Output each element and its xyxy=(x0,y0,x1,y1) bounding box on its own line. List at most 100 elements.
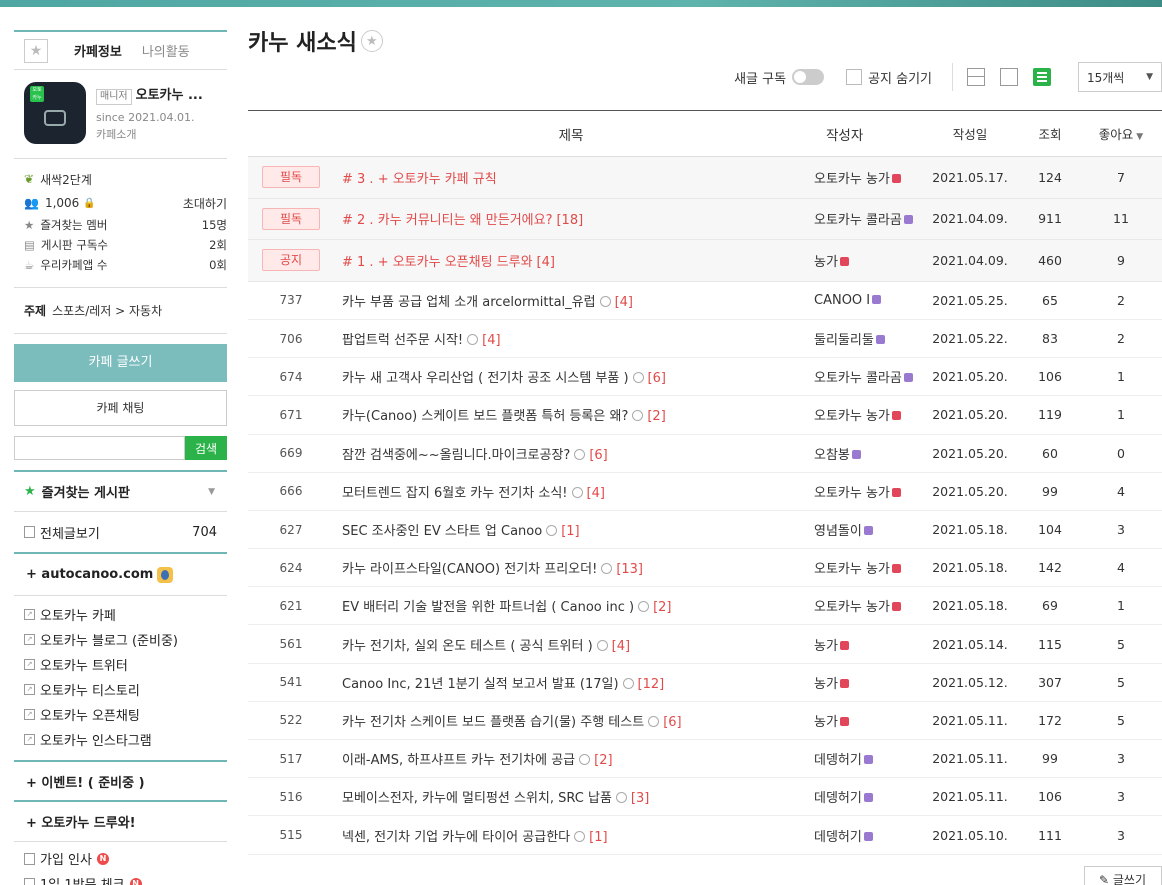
post-title-link[interactable]: 카누 새 고객사 우리산업 ( 전기차 공조 시스템 부품 ) xyxy=(342,371,629,386)
comment-count[interactable]: [6] xyxy=(589,448,607,463)
hide-notice-checkbox[interactable] xyxy=(846,69,863,85)
favorite-star-icon[interactable]: ★ xyxy=(360,30,383,52)
all-posts-link[interactable]: 전체글보기 704 xyxy=(14,512,227,554)
post-title-link[interactable]: SEC 조사중인 EV 스타트 업 Canoo xyxy=(342,524,542,539)
author-name[interactable]: 농가 xyxy=(814,255,838,270)
table-row[interactable]: 561 카누 전기차, 실외 온도 테스트 ( 공식 트위터 ) [4] 농가 2021… xyxy=(248,624,1162,664)
table-row[interactable]: 671 카누(Canoo) 스케이트 보드 플랫폼 특허 등록은 왜? [2] 오토카… xyxy=(248,395,1162,435)
post-title-link[interactable]: 카누 전기차, 실외 온도 테스트 ( 공식 트위터 ) xyxy=(342,639,593,654)
notice-title-link[interactable]: # 3 . + 오토카누 카페 규칙 xyxy=(342,172,497,187)
comment-count[interactable]: [6] xyxy=(663,715,681,730)
search-button[interactable]: 검색 xyxy=(185,436,227,460)
post-title-link[interactable]: 카누 부품 공급 업체 소개 arcelormittal_유럽 xyxy=(342,295,596,310)
post-title-link[interactable]: 잠깐 검색중에~~올림니다.마이크로공장? xyxy=(342,448,570,463)
table-row[interactable]: 515 넥센, 전기차 기업 카누에 타이어 공급한다 [1] 데뎅허기 2021.05… xyxy=(248,815,1162,855)
comment-count[interactable]: [4] xyxy=(482,333,500,348)
table-row[interactable]: 706 팝업트럭 선주문 시작! [4] 둘리둘리둘 2021.05.22. 83 2 xyxy=(248,319,1162,359)
author-name[interactable]: 데뎅허기 xyxy=(814,791,862,806)
board-daily-check[interactable]: 1일 1방문 체크N xyxy=(24,871,227,885)
tab-my-activity[interactable]: 나의활동 xyxy=(142,41,190,60)
cafe-chat-button[interactable]: 카페 채팅 xyxy=(14,390,227,426)
post-title-link[interactable]: 카누(Canoo) 스케이트 보드 플랫폼 특허 등록은 왜? xyxy=(342,409,628,424)
comment-count[interactable]: [18] xyxy=(556,213,583,228)
notice-title-link[interactable]: # 2 . 카누 커뮤니티는 왜 만든거에요? xyxy=(342,213,552,228)
author-name[interactable]: 오토카누 농가 xyxy=(814,562,890,577)
comment-count[interactable]: [4] xyxy=(587,486,605,501)
link-openchat[interactable]: ↗ 오토카누 오픈채팅 xyxy=(24,702,227,727)
author-name[interactable]: 데뎅허기 xyxy=(814,753,862,768)
comment-count[interactable]: [4] xyxy=(615,295,633,310)
comment-count[interactable]: [1] xyxy=(561,524,579,539)
author-name[interactable]: 오토카누 농가 xyxy=(814,409,890,424)
comment-count[interactable]: [13] xyxy=(616,562,643,577)
comment-count[interactable]: [3] xyxy=(631,791,649,806)
author-name[interactable]: 농가 xyxy=(814,677,838,692)
author-name[interactable]: 오토카누 콜라곰 xyxy=(814,371,902,386)
author-name[interactable]: 오토카누 농가 xyxy=(814,172,890,187)
post-title-link[interactable]: 카누 라이프스타일(CANOO) 전기차 프리오더! xyxy=(342,562,597,577)
link-blog[interactable]: ↗ 오토카누 블로그 (준비중) xyxy=(24,627,227,652)
tab-cafe-info[interactable]: 카페정보 xyxy=(74,41,122,60)
author-name[interactable]: 오참봉 xyxy=(814,448,850,463)
author-name[interactable]: 오토카누 콜라곰 xyxy=(814,213,902,228)
notice-row[interactable]: 공지 # 1 . + 오토카누 오픈채팅 드루와 [4] 농가 2021.04.09. 4… xyxy=(248,239,1162,282)
link-instagram[interactable]: ↗ 오토카누 인스타그램 xyxy=(24,727,227,752)
table-row[interactable]: 541 Canoo Inc, 21년 1분기 실적 보고서 발표 (17일) [12… xyxy=(248,663,1162,702)
post-title-link[interactable]: 카누 전기차 스케이트 보드 플랫폼 습기(물) 주행 테스트 xyxy=(342,715,644,730)
table-row[interactable]: 621 EV 배터리 기술 발전을 위한 파트너쉽 ( Canoo inc ) [2… xyxy=(248,586,1162,626)
cafe-intro-link[interactable]: 카페소개 xyxy=(96,126,203,142)
cafe-search-input[interactable] xyxy=(14,436,185,460)
col-likes-sort[interactable]: 좋아요 ▼ xyxy=(1080,110,1162,157)
comment-count[interactable]: [6] xyxy=(648,371,666,386)
per-page-select[interactable]: 15개씩 ▼ xyxy=(1078,62,1162,92)
author-name[interactable]: 농가 xyxy=(814,715,838,730)
comment-count[interactable]: [2] xyxy=(594,753,612,768)
cafe-name[interactable]: 오토카누 ... xyxy=(136,88,203,103)
list-view-icon[interactable] xyxy=(967,68,985,86)
table-row[interactable]: 674 카누 새 고객사 우리산업 ( 전기차 공조 시스템 부품 ) [6] 오토카… xyxy=(248,357,1162,397)
author-name[interactable]: CANOO I xyxy=(814,293,870,308)
card-view-icon[interactable] xyxy=(1033,68,1051,86)
post-title-link[interactable]: 모터트렌드 잡지 6월호 카누 전기차 소식! xyxy=(342,486,568,501)
notice-row[interactable]: 필독 # 2 . 카누 커뮤니티는 왜 만든거에요? [18] 오토카누 콜라곰 202… xyxy=(248,198,1162,241)
chevron-down-icon[interactable]: ▼ xyxy=(208,487,215,497)
author-name[interactable]: 데뎅허기 xyxy=(814,830,862,845)
comment-count[interactable]: [2] xyxy=(653,600,671,615)
cafe-level[interactable]: ❦ 새싹2단계 xyxy=(24,167,227,191)
post-title-link[interactable]: EV 배터리 기술 발전을 위한 파트너쉽 ( Canoo inc ) xyxy=(342,600,634,615)
subscribe-toggle[interactable] xyxy=(792,69,825,85)
table-row[interactable]: 517 이래-AMS, 하프샤프트 카누 전기차에 공급 [2] 데뎅허기 2021.0… xyxy=(248,739,1162,779)
invite-link[interactable]: 초대하기 xyxy=(183,195,227,212)
table-row[interactable]: 666 모터트렌드 잡지 6월호 카누 전기차 소식! [4] 오토카누 농가 2021… xyxy=(248,472,1162,511)
post-title-link[interactable]: 팝업트럭 선주문 시작! xyxy=(342,333,463,348)
post-title-link[interactable]: 이래-AMS, 하프샤프트 카누 전기차에 공급 xyxy=(342,753,575,768)
link-cafe[interactable]: ↗ 오토카누 카페 xyxy=(24,602,227,627)
comment-count[interactable]: [4] xyxy=(537,255,555,270)
table-row[interactable]: 516 모베이스전자, 카누에 멀티펑션 스위치, SRC 납품 [3] 데뎅허기 20… xyxy=(248,777,1162,817)
author-name[interactable]: 둘리둘리둘 xyxy=(814,333,874,348)
table-row[interactable]: 522 카누 전기차 스케이트 보드 플랫폼 습기(물) 주행 테스트 [6] 농가 2… xyxy=(248,701,1162,741)
link-tistory[interactable]: ↗ 오토카누 티스토리 xyxy=(24,677,227,702)
notice-row[interactable]: 필독 # 3 . + 오토카누 카페 규칙 오토카누 농가 2021.05.17. 12… xyxy=(248,156,1162,199)
fav-boards-header[interactable]: ★ 즐겨찾는 게시판 ▼ xyxy=(14,470,227,512)
cafe-thumbnail[interactable]: 오토 카누 xyxy=(24,82,86,144)
table-row[interactable]: 627 SEC 조사중인 EV 스타트 업 Canoo [1] 영념돌이 2021.05… xyxy=(248,510,1162,550)
author-name[interactable]: 오토카누 농가 xyxy=(814,600,890,615)
cafe-write-button[interactable]: 카페 글쓰기 xyxy=(14,344,227,382)
author-name[interactable]: 농가 xyxy=(814,639,838,654)
grid-view-icon[interactable] xyxy=(1000,68,1018,86)
author-name[interactable]: 오토카누 농가 xyxy=(814,486,890,501)
author-name[interactable]: 영념돌이 xyxy=(814,524,862,539)
table-row[interactable]: 737 카누 부품 공급 업체 소개 arcelormittal_유럽 [4] CAN… xyxy=(248,281,1162,320)
comment-count[interactable]: [12] xyxy=(638,677,665,692)
comment-count[interactable]: [1] xyxy=(589,830,607,845)
write-button[interactable]: ✎ 글쓰기 xyxy=(1084,866,1162,885)
post-title-link[interactable]: 모베이스전자, 카누에 멀티펑션 스위치, SRC 납품 xyxy=(342,791,612,806)
post-title-link[interactable]: 넥센, 전기차 기업 카누에 타이어 공급한다 xyxy=(342,830,570,845)
table-row[interactable]: 624 카누 라이프스타일(CANOO) 전기차 프리오더! [13] 오토카누 농가… xyxy=(248,548,1162,588)
notice-title-link[interactable]: # 1 . + 오토카누 오픈채팅 드루와 xyxy=(342,255,533,270)
board-greeting[interactable]: 가입 인사 N xyxy=(24,846,227,871)
table-row[interactable]: 669 잠깐 검색중에~~올림니다.마이크로공장? [6] 오참봉 2021.05.20… xyxy=(248,434,1162,473)
post-title-link[interactable]: Canoo Inc, 21년 1분기 실적 보고서 발표 (17일) xyxy=(342,677,619,692)
hide-notice-label[interactable]: 공지 숨기기 xyxy=(868,68,932,87)
